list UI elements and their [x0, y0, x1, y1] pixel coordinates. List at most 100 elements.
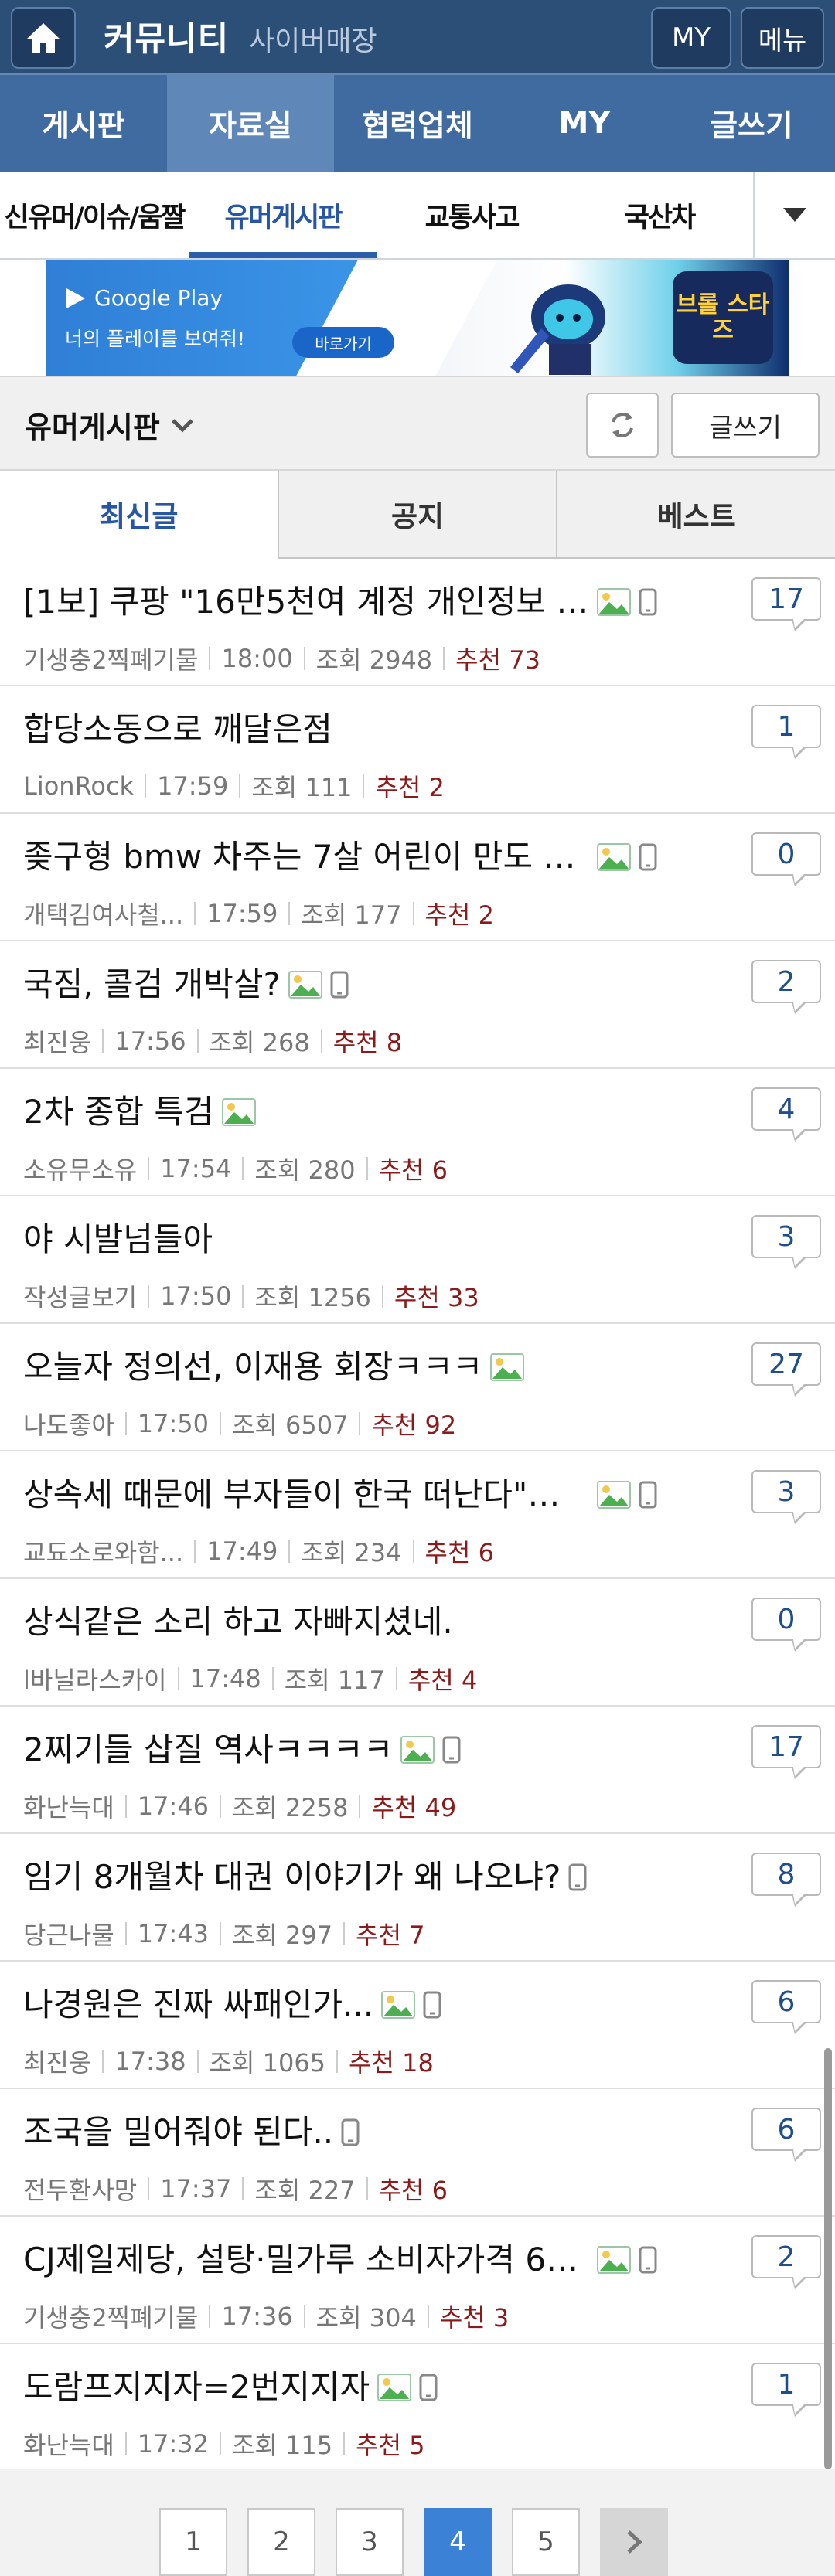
site-title[interactable]: 커뮤니티	[104, 12, 229, 60]
post-row[interactable]: [1보] 쿠팡 "16만5천여 계정 개인정보 유출... 기생충2찍폐기물 18:…	[0, 559, 835, 686]
post-title-line[interactable]: 2찌기들 삽질 역사ㅋㅋㅋㅋ	[23, 1724, 461, 1771]
sub-item-domestic-cars[interactable]: 국산차	[566, 172, 753, 258]
page-2-button[interactable]: 2	[247, 2508, 315, 2576]
my-button[interactable]: MY	[651, 7, 731, 69]
post-title[interactable]: 조국을 밀어줘야 된다..	[23, 2106, 333, 2153]
tab-notice[interactable]: 공지	[277, 471, 557, 559]
menu-button[interactable]: 메뉴	[741, 7, 824, 69]
post-row[interactable]: 나경원은 진짜 싸패인가... 최진웅 17:38 조회 1065 추천 18 6	[0, 1962, 835, 2089]
page-5-button[interactable]: 5	[512, 2508, 580, 2576]
post-author[interactable]: 기생충2찍폐기물	[23, 641, 198, 676]
post-title[interactable]: 합당소동으로 깨달은점	[23, 703, 332, 750]
refresh-button[interactable]	[586, 393, 659, 458]
post-title[interactable]: 오늘자 정의선, 이재용 회장ㅋㅋㅋ	[23, 1341, 482, 1388]
post-title[interactable]: 2차 종합 특검	[23, 1086, 214, 1133]
post-title[interactable]: 나경원은 진짜 싸패인가...	[23, 1979, 373, 2026]
page-4-button[interactable]: 4	[424, 2508, 492, 2576]
post-title-line[interactable]: 나경원은 진짜 싸패인가...	[23, 1979, 441, 2026]
post-title[interactable]: 임기 8개월차 대권 이야기가 왜 나오냐?	[23, 1851, 561, 1898]
post-title-line[interactable]: 임기 8개월차 대권 이야기가 왜 나오냐?	[23, 1851, 587, 1898]
comment-count-badge[interactable]: 2	[752, 2235, 821, 2289]
post-author[interactable]: 소유무소유	[23, 1151, 137, 1186]
comment-count-badge[interactable]: 4	[752, 1087, 821, 1142]
home-button[interactable]	[11, 7, 76, 69]
post-author[interactable]: 화난늑대	[23, 1788, 114, 1824]
sub-item-traffic-accident[interactable]: 교통사고	[377, 172, 566, 258]
post-row[interactable]: 상속세 때문에 부자들이 한국 떠난다"던 기... 교됴소로와함... 17:49…	[0, 1451, 835, 1579]
comment-count-badge[interactable]: 1	[752, 2363, 821, 2417]
post-title-line[interactable]: 상속세 때문에 부자들이 한국 떠난다"던 기...	[23, 1468, 657, 1516]
next-page-button[interactable]	[600, 2508, 668, 2576]
sub-item-new-humor[interactable]: 신유머/이슈/움짤	[0, 172, 189, 258]
post-title-line[interactable]: 야 시발넘들아	[23, 1213, 213, 1261]
comment-count-badge[interactable]: 3	[752, 1470, 821, 1524]
post-title[interactable]: 도람프지지자=2번지지자	[23, 2361, 370, 2408]
post-title-line[interactable]: 상식같은 소리 하고 자빠지셨네.	[23, 1596, 453, 1643]
post-title-line[interactable]: 오늘자 정의선, 이재용 회장ㅋㅋㅋ	[23, 1341, 525, 1388]
nav-item-archive[interactable]: 자료실	[167, 75, 334, 172]
post-row[interactable]: CJ제일제당, 설탕·밀가루 소비자가격 6% ... 기생충2찍폐기물 17:36…	[0, 2217, 835, 2344]
comment-count-badge[interactable]: 2	[752, 960, 821, 1014]
write-post-button[interactable]: 글쓰기	[671, 393, 820, 458]
post-row[interactable]: 임기 8개월차 대권 이야기가 왜 나오냐? 당근나물 17:43 조회 297 추천 …	[0, 1834, 835, 1962]
post-title-line[interactable]: 2차 종합 특검	[23, 1086, 256, 1133]
post-title-line[interactable]: CJ제일제당, 설탕·밀가루 소비자가격 6% ...	[23, 2234, 657, 2281]
post-row[interactable]: 국짐, 콜검 개박살? 최진웅 17:56 조회 268 추천 8 2	[0, 941, 835, 1069]
comment-count-badge[interactable]: 17	[752, 577, 821, 631]
nav-item-write[interactable]: 글쓰기	[668, 75, 835, 172]
post-title[interactable]: 좆구형 bmw 차주는 7살 어린이 만도 못한...	[23, 831, 589, 878]
comment-count-badge[interactable]: 6	[752, 2108, 821, 2162]
post-row[interactable]: 오늘자 정의선, 이재용 회장ㅋㅋㅋ 나도좋아 17:50 조회 6507 추천 92 2…	[0, 1324, 835, 1451]
post-row[interactable]: 상식같은 소리 하고 자빠지셨네. l바닐라스카이 17:48 조회 117 추천 4 0	[0, 1579, 835, 1707]
post-title-line[interactable]: 좆구형 bmw 차주는 7살 어린이 만도 못한...	[23, 831, 657, 878]
board-selector[interactable]: 유머게시판	[25, 403, 194, 446]
post-row[interactable]: 조국을 밀어줘야 된다.. 전두환사망 17:37 조회 227 추천 6 6	[0, 2089, 835, 2217]
scrollbar[interactable]	[824, 2048, 832, 2469]
comment-count-badge[interactable]: 6	[752, 1980, 821, 2034]
comment-count-badge[interactable]: 0	[752, 832, 821, 886]
sub-item-humor-board[interactable]: 유머게시판	[189, 172, 377, 258]
post-title[interactable]: 야 시발넘들아	[23, 1213, 213, 1261]
post-title-line[interactable]: 합당소동으로 깨달은점	[23, 703, 332, 750]
post-title-line[interactable]: 조국을 밀어줘야 된다..	[23, 2106, 360, 2153]
post-title[interactable]: 상식같은 소리 하고 자빠지셨네.	[23, 1596, 453, 1643]
sub-nav-more-button[interactable]	[753, 172, 835, 258]
post-row[interactable]: 합당소동으로 깨달은점 LionRock 17:59 조회 111 추천 2 1	[0, 686, 835, 814]
ad-cta-button[interactable]: 바로가기	[292, 327, 394, 358]
post-author[interactable]: l바닐라스카이	[23, 1661, 167, 1696]
post-author[interactable]: 화난늑대	[23, 2426, 114, 2462]
post-author[interactable]: 나도좋아	[23, 1406, 114, 1441]
page-3-button[interactable]: 3	[336, 2508, 404, 2576]
post-title[interactable]: 국짐, 콜검 개박살?	[23, 958, 281, 1006]
post-title[interactable]: 상속세 때문에 부자들이 한국 떠난다"던 기...	[23, 1468, 589, 1516]
post-author[interactable]: 교됴소로와함...	[23, 1533, 183, 1569]
post-author[interactable]: 기생충2찍폐기물	[23, 2299, 198, 2334]
post-author[interactable]: 작성글보기	[23, 1278, 137, 1314]
post-title[interactable]: CJ제일제당, 설탕·밀가루 소비자가격 6% ...	[23, 2234, 589, 2281]
comment-count-badge[interactable]: 1	[752, 705, 821, 759]
comment-count-badge[interactable]: 0	[752, 1598, 821, 1652]
post-author[interactable]: 당근나물	[23, 1916, 114, 1952]
post-title[interactable]: 2찌기들 삽질 역사ㅋㅋㅋㅋ	[23, 1724, 393, 1771]
post-author[interactable]: 최진웅	[23, 2043, 91, 2079]
post-author[interactable]: LionRock	[23, 771, 134, 801]
page-1-button[interactable]: 1	[159, 2508, 227, 2576]
comment-count-badge[interactable]: 3	[752, 1215, 821, 1269]
ad-banner[interactable]: Google Play 너의 플레이를 보여줘! 바로가기 브롤 스타즈	[46, 260, 789, 376]
post-title-line[interactable]: 도람프지지자=2번지지자	[23, 2361, 438, 2408]
post-author[interactable]: 최진웅	[23, 1023, 91, 1059]
comment-count-badge[interactable]: 27	[752, 1342, 821, 1397]
nav-item-my[interactable]: MY	[501, 75, 668, 172]
post-title-line[interactable]: [1보] 쿠팡 "16만5천여 계정 개인정보 유출...	[23, 576, 657, 623]
post-row[interactable]: 좆구형 bmw 차주는 7살 어린이 만도 못한... 개택김여사철... 17:5…	[0, 814, 835, 941]
post-author[interactable]: 전두환사망	[23, 2171, 137, 2207]
post-row[interactable]: 2차 종합 특검 소유무소유 17:54 조회 280 추천 6 4	[0, 1069, 835, 1196]
post-title[interactable]: [1보] 쿠팡 "16만5천여 계정 개인정보 유출...	[23, 576, 589, 623]
comment-count-badge[interactable]: 17	[752, 1725, 821, 1779]
post-author[interactable]: 개택김여사철...	[23, 896, 183, 931]
post-row[interactable]: 도람프지지자=2번지지자 화난늑대 17:32 조회 115 추천 5 1	[0, 2344, 835, 2472]
site-subtitle[interactable]: 사이버매장	[249, 19, 377, 59]
nav-item-board[interactable]: 게시판	[0, 75, 167, 172]
post-row[interactable]: 야 시발넘들아 작성글보기 17:50 조회 1256 추천 33 3	[0, 1196, 835, 1324]
comment-count-badge[interactable]: 8	[752, 1853, 821, 1907]
